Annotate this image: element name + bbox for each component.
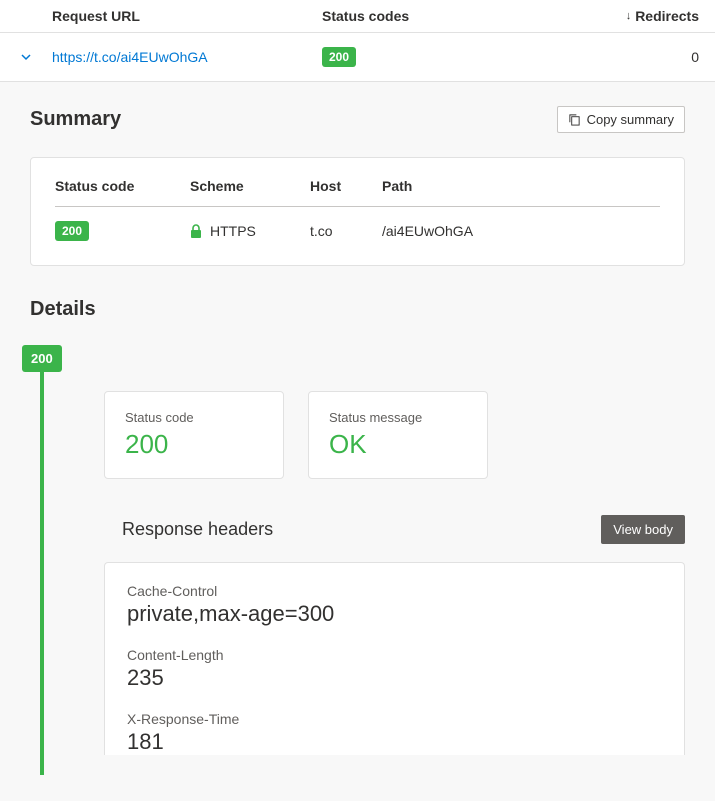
col-header-url[interactable]: Request URL bbox=[52, 8, 322, 24]
response-headers-title: Response headers bbox=[122, 519, 273, 540]
expanded-content: Summary Copy summary Status code Scheme … bbox=[0, 82, 715, 775]
summary-status-cell: 200 bbox=[55, 221, 190, 241]
summary-col-host: Host bbox=[310, 178, 382, 194]
timeline-status-badge: 200 bbox=[22, 345, 62, 372]
copy-summary-button[interactable]: Copy summary bbox=[557, 106, 685, 133]
summary-col-path: Path bbox=[382, 178, 660, 194]
timeline-line: 200 bbox=[40, 361, 44, 775]
summary-section-head: Summary Copy summary bbox=[30, 106, 685, 133]
timeline-content: Status code 200 Status message OK Respon… bbox=[104, 345, 685, 775]
copy-summary-label: Copy summary bbox=[587, 112, 674, 127]
copy-icon bbox=[568, 113, 581, 126]
summary-path-value: /ai4EUwOhGA bbox=[382, 223, 660, 239]
status-cell: 200 bbox=[322, 47, 580, 67]
header-value: private,max-age=300 bbox=[127, 601, 662, 627]
table-row[interactable]: https://t.co/ai4EUwOhGA 200 0 bbox=[0, 33, 715, 82]
status-message-card: Status message OK bbox=[308, 391, 488, 479]
status-code-label: Status code bbox=[125, 410, 263, 425]
timeline: 200 Status code 200 Status message OK Re… bbox=[30, 345, 685, 775]
col-header-status[interactable]: Status codes bbox=[322, 8, 580, 24]
summary-title: Summary bbox=[30, 108, 121, 131]
expand-toggle[interactable] bbox=[0, 51, 52, 63]
request-url-link[interactable]: https://t.co/ai4EUwOhGA bbox=[52, 49, 322, 65]
status-code-value: 200 bbox=[125, 429, 263, 460]
summary-scheme-value: HTTPS bbox=[210, 223, 256, 239]
response-headers-card: Cache-Control private,max-age=300 Conten… bbox=[104, 562, 685, 755]
summary-scheme-cell: HTTPS bbox=[190, 223, 310, 239]
summary-col-status: Status code bbox=[55, 178, 190, 194]
header-value: 181 bbox=[127, 729, 662, 755]
details-title: Details bbox=[30, 298, 685, 321]
response-headers-head: Response headers View body bbox=[104, 515, 685, 544]
summary-host-value: t.co bbox=[310, 223, 382, 239]
header-item: Content-Length 235 bbox=[127, 647, 662, 691]
lock-icon bbox=[190, 224, 202, 238]
summary-table-header: Status code Scheme Host Path bbox=[55, 178, 660, 207]
summary-col-scheme: Scheme bbox=[190, 178, 310, 194]
header-value: 235 bbox=[127, 665, 662, 691]
header-name: Cache-Control bbox=[127, 583, 662, 599]
detail-cards: Status code 200 Status message OK bbox=[104, 391, 685, 479]
redirects-count: 0 bbox=[580, 49, 715, 65]
status-message-value: OK bbox=[329, 429, 467, 460]
summary-table-row: 200 HTTPS t.co /ai4EUwOhGA bbox=[55, 207, 660, 241]
sort-arrow-down-icon: ↓ bbox=[626, 10, 632, 22]
col-header-redirects[interactable]: ↓ Redirects bbox=[580, 8, 715, 24]
status-code-card: Status code 200 bbox=[104, 391, 284, 479]
status-badge: 200 bbox=[55, 221, 89, 241]
header-name: X-Response-Time bbox=[127, 711, 662, 727]
header-name: Content-Length bbox=[127, 647, 662, 663]
col-header-redirects-label: Redirects bbox=[635, 8, 699, 24]
status-badge: 200 bbox=[322, 47, 356, 67]
status-message-label: Status message bbox=[329, 410, 467, 425]
results-table-header: Request URL Status codes ↓ Redirects bbox=[0, 0, 715, 33]
chevron-down-icon bbox=[20, 51, 32, 63]
header-item: X-Response-Time 181 bbox=[127, 711, 662, 755]
summary-card: Status code Scheme Host Path 200 HTTPS t… bbox=[30, 157, 685, 266]
header-item: Cache-Control private,max-age=300 bbox=[127, 583, 662, 627]
view-body-button[interactable]: View body bbox=[601, 515, 685, 544]
